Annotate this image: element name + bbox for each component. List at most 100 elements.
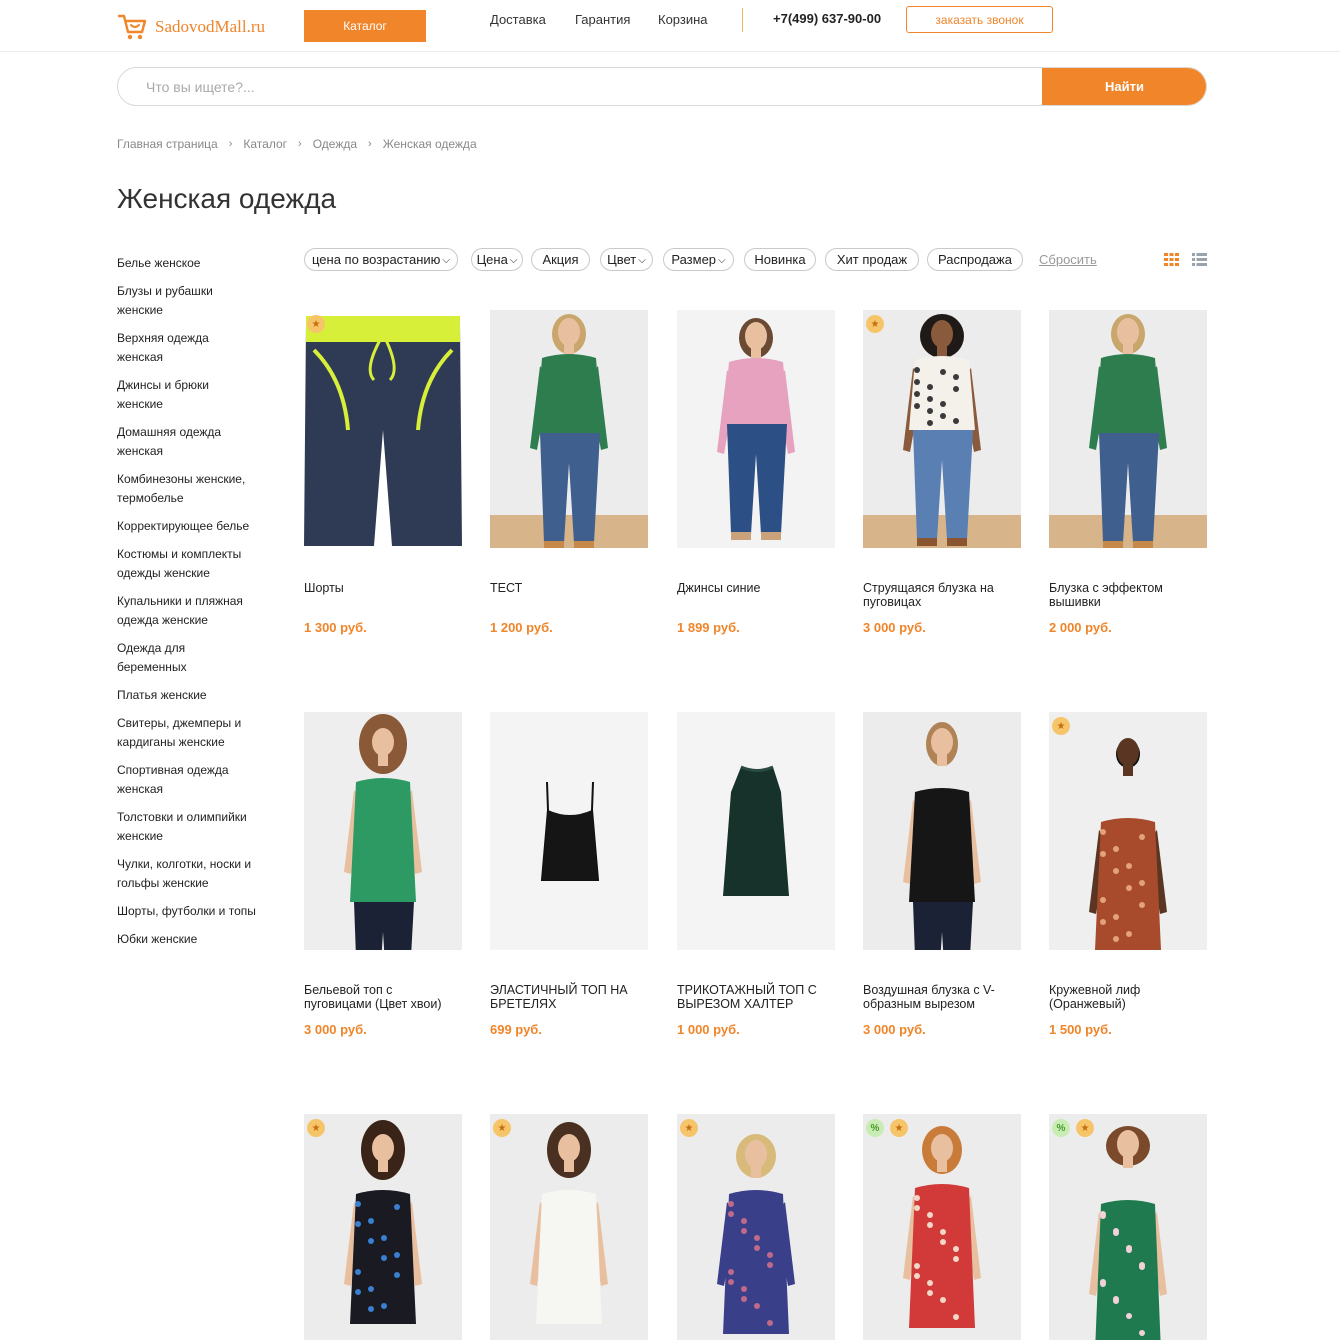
product-card[interactable]: ★ bbox=[490, 1114, 648, 1340]
product-card[interactable]: Джинсы синие 1 899 руб. bbox=[677, 310, 835, 635]
product-name[interactable]: ЭЛАСТИЧНЫЙ ТОП НА БРЕТЕЛЯХ bbox=[490, 983, 648, 1011]
reset-filters-link[interactable]: Сбросить bbox=[1039, 252, 1097, 267]
sidebar-item[interactable]: Платья женские bbox=[117, 686, 257, 705]
sidebar-item[interactable]: Одежда для беременных bbox=[117, 639, 257, 677]
logo[interactable]: SadovodMall.ru bbox=[117, 12, 265, 42]
product-image[interactable]: ★ bbox=[304, 310, 462, 548]
filter-sale[interactable]: Распродажа bbox=[927, 248, 1023, 271]
sidebar-item[interactable]: Домашняя одежда женская bbox=[117, 423, 257, 461]
sidebar-item[interactable]: Верхняя одежда женская bbox=[117, 329, 257, 367]
product-image[interactable]: % ★ bbox=[863, 1114, 1021, 1340]
product-card[interactable]: Бельевой топ с пуговицами (Цвет хвои) 3 0… bbox=[304, 712, 462, 1037]
sidebar-item[interactable]: Шорты, футболки и топы bbox=[117, 902, 257, 921]
product-image[interactable]: % ★ bbox=[1049, 1114, 1207, 1340]
category-sidebar: Белье женское Блузы и рубашки женские Ве… bbox=[117, 254, 257, 958]
product-name[interactable]: Струящаяся блузка на пуговицах bbox=[863, 581, 1021, 609]
product-image[interactable] bbox=[1049, 310, 1207, 548]
sort-label: цена по возрастанию bbox=[311, 252, 441, 267]
breadcrumb: Главная страница › Каталог › Одежда › Же… bbox=[117, 137, 477, 151]
filter-new[interactable]: Новинка bbox=[744, 248, 816, 271]
sidebar-item[interactable]: Костюмы и комплекты одежды женские bbox=[117, 545, 257, 583]
sidebar-item[interactable]: Джинсы и брюки женские bbox=[117, 376, 257, 414]
sidebar-item[interactable]: Купальники и пляжная одежда женские bbox=[117, 592, 257, 630]
nav-link-delivery[interactable]: Доставка bbox=[490, 12, 546, 27]
sidebar-item[interactable]: Комбинезоны женские, термобелье bbox=[117, 470, 257, 508]
chevron-right-icon: › bbox=[228, 138, 233, 150]
nav-link-guarantee[interactable]: Гарантия bbox=[575, 12, 630, 27]
product-card[interactable]: ЭЛАСТИЧНЫЙ ТОП НА БРЕТЕЛЯХ 699 руб. bbox=[490, 712, 648, 1037]
filter-label: Цвет bbox=[607, 252, 637, 267]
product-name[interactable]: Кружевной лиф (Оранжевый) bbox=[1049, 983, 1207, 1011]
sidebar-item[interactable]: Корректирующее белье bbox=[117, 517, 257, 536]
product-name[interactable]: Блузка с эффектом вышивки bbox=[1049, 581, 1207, 609]
product-card[interactable]: ТРИКОТАЖНЫЙ ТОП С ВЫРЕЗОМ ХАЛТЕР 1 000 ру… bbox=[677, 712, 835, 1037]
product-card[interactable]: ★ Струящаяся блузка на пуговицах 3 000 руб… bbox=[863, 310, 1021, 635]
product-name[interactable]: Шорты bbox=[304, 581, 462, 595]
product-price: 2 000 руб. bbox=[1049, 620, 1112, 635]
product-image[interactable]: ★ bbox=[490, 1114, 648, 1340]
product-name[interactable]: Джинсы синие bbox=[677, 581, 835, 595]
product-name[interactable]: Воздушная блузка с V-образным вырезом bbox=[863, 983, 1021, 1011]
product-name[interactable]: ТЕСТ bbox=[490, 581, 648, 595]
list-view-icon[interactable] bbox=[1192, 252, 1207, 267]
sidebar-item[interactable]: Белье женское bbox=[117, 254, 257, 273]
search-input[interactable] bbox=[146, 68, 1026, 105]
product-card[interactable]: ★ bbox=[677, 1114, 835, 1340]
product-image[interactable] bbox=[304, 712, 462, 950]
product-photo bbox=[1049, 310, 1207, 548]
product-image[interactable]: ★ bbox=[863, 310, 1021, 548]
product-image[interactable] bbox=[677, 712, 835, 950]
product-card[interactable]: Воздушная блузка с V-образным вырезом 3 0… bbox=[863, 712, 1021, 1037]
product-photo bbox=[304, 712, 462, 950]
product-image[interactable]: ★ bbox=[304, 1114, 462, 1340]
breadcrumb-home[interactable]: Главная страница bbox=[117, 137, 218, 151]
product-card[interactable]: ★ Кружевной лиф (Оранжевый) 1 500 руб. bbox=[1049, 712, 1207, 1037]
product-image[interactable]: ★ bbox=[677, 1114, 835, 1340]
nav-link-cart[interactable]: Корзина bbox=[658, 12, 708, 27]
chevron-down-icon: ⌵ bbox=[509, 254, 518, 266]
filter-color[interactable]: Цвет ⌵ bbox=[600, 248, 653, 271]
product-price: 3 000 руб. bbox=[304, 1022, 367, 1037]
product-image[interactable]: ★ bbox=[1049, 712, 1207, 950]
product-card[interactable]: ★ bbox=[304, 1114, 462, 1340]
filter-price[interactable]: Цена ⌵ bbox=[471, 248, 523, 271]
filter-promo[interactable]: Акция bbox=[531, 248, 590, 271]
product-card[interactable]: ТЕСТ 1 200 руб. bbox=[490, 310, 648, 635]
product-photo bbox=[304, 310, 462, 548]
sidebar-item[interactable]: Спортивная одежда женская bbox=[117, 761, 257, 799]
product-name[interactable]: ТРИКОТАЖНЫЙ ТОП С ВЫРЕЗОМ ХАЛТЕР bbox=[677, 983, 835, 1011]
chevron-right-icon: › bbox=[368, 138, 372, 150]
sidebar-item[interactable]: Чулки, колготки, носки и гольфы женские bbox=[117, 855, 257, 893]
product-image[interactable] bbox=[677, 310, 835, 548]
product-card[interactable]: % ★ bbox=[863, 1114, 1021, 1340]
star-badge-icon: ★ bbox=[890, 1119, 908, 1137]
filter-size[interactable]: Размер ⌵ bbox=[663, 248, 734, 271]
product-photo bbox=[490, 712, 648, 950]
chevron-down-icon: ⌵ bbox=[638, 254, 646, 266]
breadcrumb-current: Женская одежда bbox=[382, 137, 477, 151]
product-image[interactable] bbox=[490, 712, 648, 950]
star-badge-icon: ★ bbox=[1076, 1119, 1094, 1137]
sidebar-item[interactable]: Свитеры, джемперы и кардиганы женские bbox=[117, 714, 257, 752]
breadcrumb-catalog[interactable]: Каталог bbox=[243, 137, 287, 151]
sidebar-item[interactable]: Юбки женские bbox=[117, 930, 257, 949]
star-badge-icon: ★ bbox=[307, 1119, 325, 1137]
product-price: 1 500 руб. bbox=[1049, 1022, 1112, 1037]
product-name[interactable]: Бельевой топ с пуговицами (Цвет хвои) bbox=[304, 983, 462, 1011]
sort-select[interactable]: цена по возрастанию ⌵ bbox=[304, 248, 458, 271]
callback-button[interactable]: заказать звонок bbox=[906, 6, 1053, 33]
product-card[interactable]: % ★ bbox=[1049, 1114, 1207, 1340]
breadcrumb-clothes[interactable]: Одежда bbox=[313, 137, 357, 151]
product-card[interactable]: ★ Шорты 1 300 руб. bbox=[304, 310, 462, 635]
product-image[interactable] bbox=[490, 310, 648, 548]
search-button[interactable]: Найти bbox=[1042, 68, 1206, 105]
product-image[interactable] bbox=[863, 712, 1021, 950]
phone-number[interactable]: +7(499) 637-90-00 bbox=[773, 11, 881, 26]
filter-bestseller[interactable]: Хит продаж bbox=[825, 248, 919, 271]
catalog-button[interactable]: Каталог bbox=[304, 10, 426, 42]
sidebar-item[interactable]: Блузы и рубашки женские bbox=[117, 282, 257, 320]
product-card[interactable]: Блузка с эффектом вышивки 2 000 руб. bbox=[1049, 310, 1207, 635]
sidebar-item[interactable]: Толстовки и олимпийки женские bbox=[117, 808, 257, 846]
grid-view-icon[interactable] bbox=[1164, 252, 1179, 267]
chevron-down-icon: ⌵ bbox=[442, 254, 451, 266]
